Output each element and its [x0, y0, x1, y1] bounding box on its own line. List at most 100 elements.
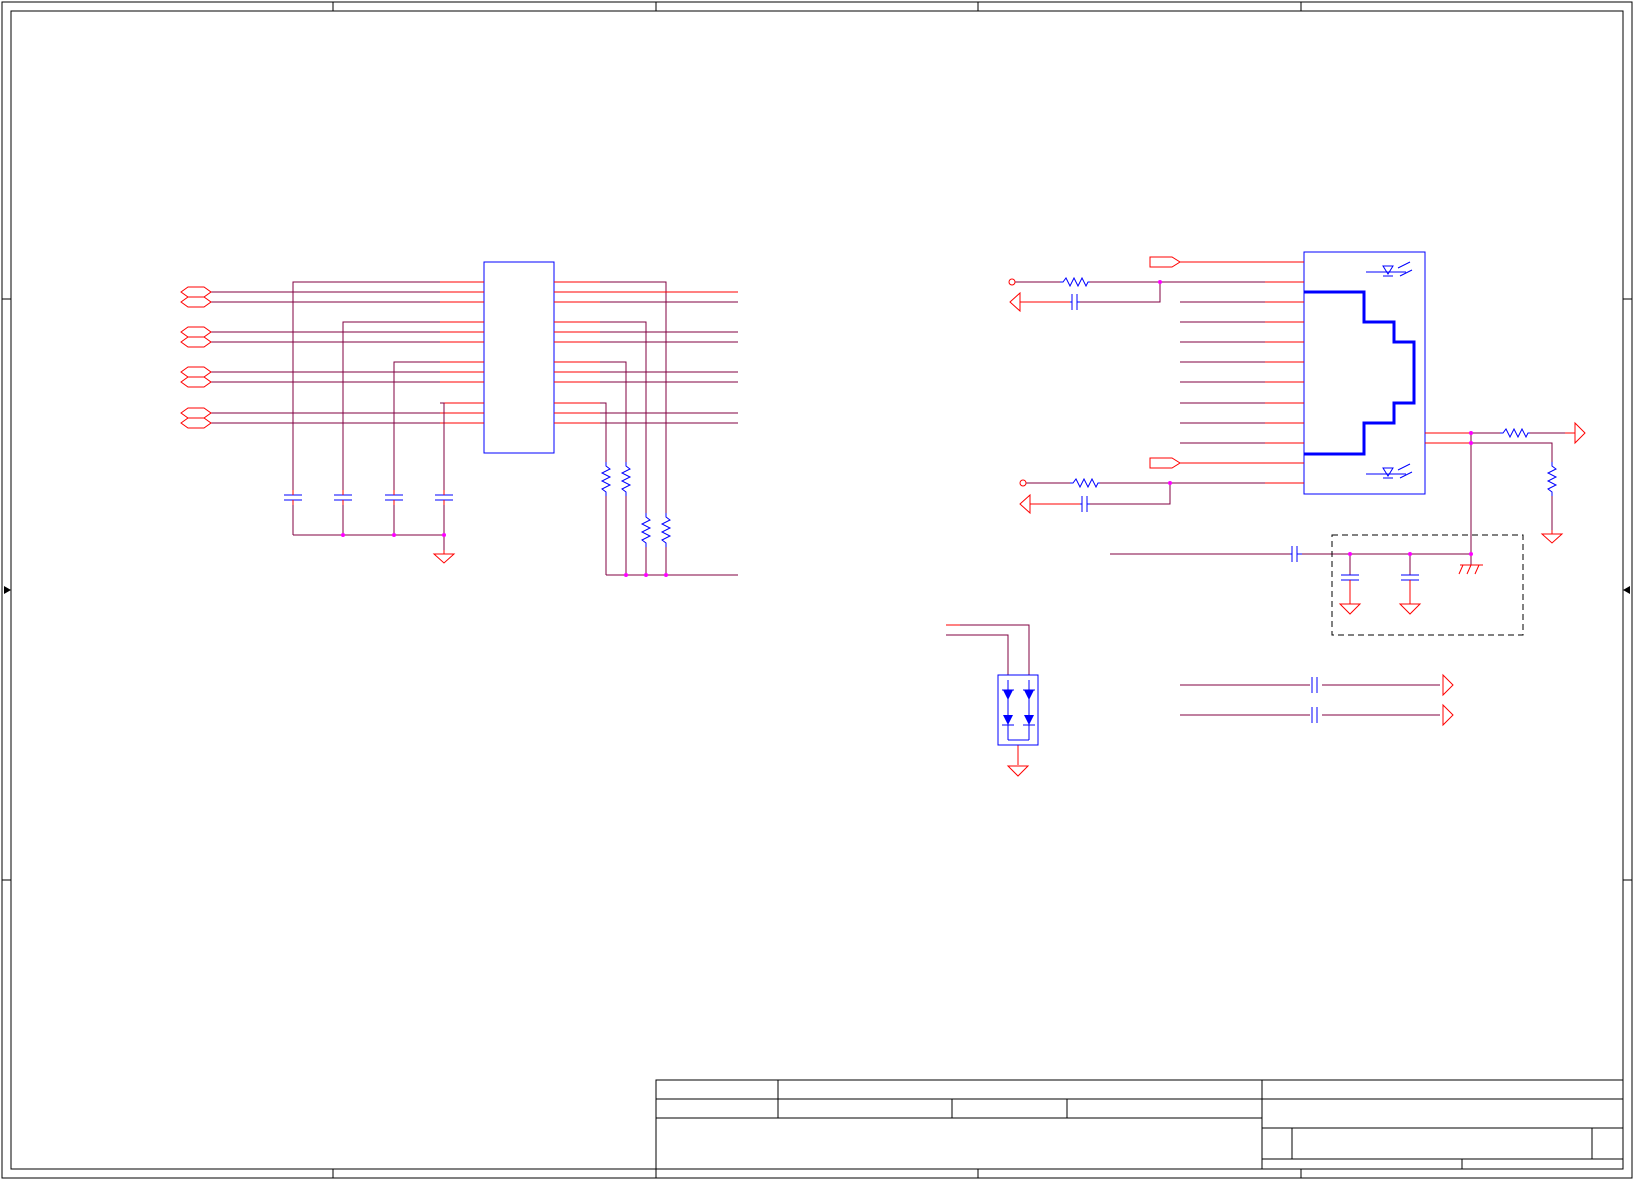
input-port-icon: [1149, 256, 1181, 268]
left-resistors: [600, 462, 672, 547]
capacitor-icon: [1080, 496, 1090, 512]
ic-right-nets: [600, 281, 738, 576]
junction-dot: [1158, 280, 1162, 284]
resistor-icon: [660, 513, 672, 547]
junction-dot: [1469, 552, 1473, 556]
bidirectional-port-icon: [180, 326, 212, 338]
schematic-sheet: [0, 0, 1634, 1180]
junction-dot: [442, 533, 446, 537]
ic-left: [483, 261, 555, 454]
tvs-diode-icon: [1023, 680, 1035, 740]
net-wire: [440, 402, 445, 490]
resistor-icon: [1546, 462, 1558, 496]
led-icon: [1366, 463, 1413, 479]
title-block-border: [655, 1079, 1624, 1170]
resistor-icon: [600, 462, 612, 496]
test-point-icon: [1008, 278, 1016, 286]
left-ports: [180, 286, 212, 429]
rj45-grounds: [1338, 530, 1564, 615]
net-wire: [1080, 282, 1161, 303]
bidirectional-port-icon: [180, 366, 212, 378]
bidirectional-port-icon: [180, 336, 212, 348]
net-wire: [600, 402, 607, 462]
schematic-canvas: [1, 1, 1633, 1179]
ic-left-block: [483, 261, 555, 454]
resistor-icon: [1060, 276, 1090, 288]
output-port-icon: [1574, 421, 1586, 445]
net-wire: [600, 361, 627, 462]
capacitor-icon: [284, 490, 302, 505]
bidirectional-port-icon: [180, 417, 212, 429]
ground-icon: [1006, 765, 1030, 777]
ground-icon: [1540, 533, 1564, 544]
output-port-icon: [1442, 703, 1454, 727]
center-arrow-left: [4, 586, 11, 594]
capacitor-icon: [1341, 574, 1359, 600]
output-port-icon: [1442, 673, 1454, 697]
capacitor-icon: [334, 490, 352, 505]
net-wire: [1090, 483, 1171, 505]
net-wire: [946, 624, 1030, 675]
ic-left-pins: [440, 281, 600, 424]
net-wire: [292, 281, 440, 490]
rj45-resistors: [1060, 276, 1558, 496]
rj45-ports: [1008, 256, 1586, 515]
ground-icon: [432, 553, 456, 564]
esd-diode-array: [946, 624, 1039, 777]
junction-dot: [664, 573, 668, 577]
input-port-icon: [1149, 457, 1181, 469]
capacitor-icon: [1311, 707, 1318, 723]
test-point-icon: [1019, 479, 1027, 487]
junction-dot: [624, 573, 628, 577]
drawing-frame: [1, 1, 1633, 1179]
center-arrow-right: [1623, 586, 1630, 594]
rj45-connector: [1303, 251, 1426, 495]
dashed-region: [1331, 534, 1524, 636]
tvs-diode-icon: [1002, 680, 1014, 740]
bidirectional-port-icon: [180, 376, 212, 388]
net-wire: [600, 281, 667, 513]
bidirectional-port-icon: [180, 407, 212, 419]
junction-dot: [1469, 441, 1473, 445]
bidirectional-port-icon: [180, 296, 212, 308]
rj45-connector-block: [1303, 251, 1426, 495]
capacitor-icon: [385, 490, 403, 505]
junction-dot: [1348, 552, 1352, 556]
rj45-nets: [1015, 261, 1565, 575]
outer-border: [1, 1, 1633, 1179]
ac-coupled-outputs: [1180, 673, 1454, 727]
left-capacitors: [284, 490, 453, 505]
resistor-icon: [1070, 477, 1100, 489]
output-port-icon: [1019, 493, 1031, 515]
resistor-icon: [620, 462, 632, 496]
net-wire: [600, 321, 647, 513]
resistor-icon: [640, 513, 652, 547]
junction-dot: [1168, 481, 1172, 485]
ground-icon: [1338, 603, 1362, 615]
left-nets: [210, 281, 445, 550]
capacitor-icon: [1311, 677, 1318, 693]
capacitor-icon: [1290, 546, 1302, 562]
rj45-jack-outline: [1304, 290, 1416, 456]
rj45-left-pins: [1265, 261, 1470, 484]
capacitor-icon: [1070, 294, 1080, 310]
net-wire: [342, 321, 440, 490]
left-junctions: [341, 533, 668, 577]
led-icon: [1366, 261, 1413, 277]
junction-dot: [392, 533, 396, 537]
junction-dot: [1408, 552, 1412, 556]
net-wire: [1470, 442, 1553, 462]
capacitor-icon: [1401, 574, 1419, 600]
title-block: [655, 1079, 1624, 1170]
output-port-icon: [1009, 291, 1021, 313]
net-wire: [393, 361, 440, 490]
junction-dot: [1469, 431, 1473, 435]
net-wire: [946, 634, 1009, 675]
bidirectional-port-icon: [180, 286, 212, 298]
inner-border: [10, 10, 1624, 1170]
chassis-ground-icon: [1458, 564, 1483, 575]
ground-icon: [1398, 603, 1422, 615]
capacitor-icon: [435, 490, 453, 505]
frame-center-arrows: [4, 586, 1630, 594]
resistor-icon: [1500, 427, 1530, 439]
